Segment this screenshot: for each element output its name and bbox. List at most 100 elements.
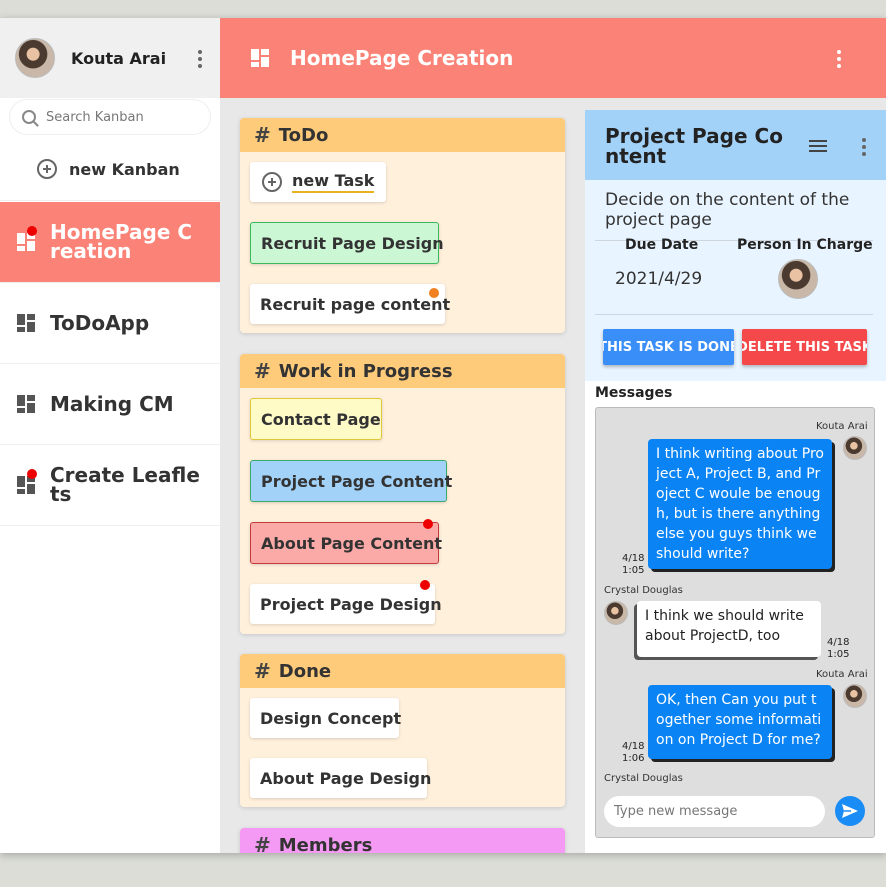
user-name: Kouta Arai: [71, 48, 167, 68]
page-title: HomePage Creation: [290, 46, 514, 70]
notification-dot: [420, 580, 430, 590]
column-title: Members: [278, 834, 373, 854]
avatar: [604, 601, 628, 625]
task-card-label: Design Concept: [260, 708, 402, 728]
dashboard-icon: [17, 226, 37, 251]
avatar: [843, 436, 867, 460]
header-kebab-icon[interactable]: [837, 50, 841, 68]
dashboard-icon: [251, 49, 269, 67]
dashboard-icon: [17, 395, 35, 413]
notification-dot: [423, 519, 433, 529]
messages-label: Messages: [595, 385, 673, 401]
due-date-label: Due Date: [625, 237, 699, 253]
hash-icon: #: [254, 659, 271, 683]
column-done: # Done Design Concept About Page Design: [240, 654, 565, 807]
task-card-label: Recruit Page Design: [261, 233, 444, 253]
task-description: Decide on the content of the project pag…: [605, 190, 850, 230]
message-date: 4/18: [827, 637, 850, 648]
search-input[interactable]: [46, 109, 206, 125]
sidebar-item-label: ToDoApp: [50, 310, 150, 335]
chat-message: OK, then Can you put together some infor…: [648, 685, 832, 759]
column-header: # Members: [240, 828, 565, 853]
message-sender: Kouta Arai: [816, 421, 868, 432]
notification-dot: [429, 288, 439, 298]
column-title: Work in Progress: [278, 360, 453, 382]
task-card-label: About Page Design: [260, 768, 432, 788]
detail-body: Decide on the content of the project pag…: [585, 180, 886, 381]
message-sender: Crystal Douglas: [604, 773, 683, 784]
search-icon: [22, 110, 36, 124]
avatar[interactable]: [778, 259, 818, 299]
search-box: [10, 100, 210, 134]
column-members: # Members: [240, 828, 565, 853]
task-card[interactable]: Design Concept: [250, 698, 402, 738]
message-time: 1:05: [827, 649, 850, 660]
task-card[interactable]: Project Page Content: [250, 460, 452, 502]
hash-icon: #: [254, 833, 271, 853]
new-kanban-button[interactable]: new Kanban: [0, 138, 220, 201]
delete-task-button[interactable]: DELETE THIS TASK: [742, 329, 867, 365]
menu-icon[interactable]: [809, 140, 827, 152]
chat-input-row: [596, 786, 874, 837]
plus-circle-icon: [262, 172, 282, 192]
message-time: 1:06: [622, 753, 645, 764]
message-date: 4/18: [622, 741, 645, 752]
detail-kebab-icon[interactable]: [862, 138, 866, 156]
column-work-in-progress: # Work in Progress Contact Page Project …: [240, 354, 565, 634]
sidebar-item-todoapp[interactable]: ToDoApp: [0, 283, 220, 364]
task-card[interactable]: Project Page Design: [250, 580, 442, 624]
header-bar: HomePage Creation: [220, 18, 886, 98]
chat-message: I think we should write about ProjectD, …: [637, 601, 821, 657]
avatar: [843, 684, 867, 708]
message-time: 1:05: [622, 565, 645, 576]
column-header: # ToDo: [240, 118, 565, 152]
sidebar-item-homepage-creation[interactable]: HomePage Creation: [0, 202, 220, 283]
task-card[interactable]: Contact Page: [250, 398, 382, 440]
notification-dot: [27, 469, 37, 479]
new-task-button[interactable]: new Task: [250, 162, 386, 202]
task-card-label: About Page Content: [261, 533, 443, 553]
message-input[interactable]: [604, 796, 825, 827]
task-card-label: Contact Page: [261, 409, 381, 429]
hash-icon: #: [254, 123, 271, 147]
new-kanban-label: new Kanban: [69, 159, 180, 179]
sidebar-item-label: Making CM: [50, 391, 174, 416]
message-sender: Kouta Arai: [816, 669, 868, 680]
user-profile: Kouta Arai: [0, 18, 220, 98]
sidebar: Kouta Arai new Kanban HomePage Creation …: [0, 18, 220, 853]
app-window: Kouta Arai new Kanban HomePage Creation …: [0, 18, 886, 853]
column-header: # Done: [240, 654, 565, 688]
chat-window[interactable]: Kouta Arai I think writing about Project…: [595, 407, 875, 838]
task-card[interactable]: About Page Content: [250, 519, 443, 564]
send-icon: [842, 804, 858, 818]
message-date: 4/18: [622, 553, 645, 564]
sidebar-item-create-leaflets[interactable]: Create Leaflets: [0, 445, 220, 526]
avatar[interactable]: [15, 38, 55, 78]
plus-circle-icon: [37, 159, 57, 179]
sidebar-item-label: Create Leaflets: [50, 463, 200, 506]
person-in-charge-label: Person In Charge: [737, 237, 873, 253]
column-todo: # ToDo new Task Recruit Page Design Recr…: [240, 118, 565, 333]
user-menu-kebab-icon[interactable]: [198, 50, 202, 68]
sidebar-item-making-cm[interactable]: Making CM: [0, 364, 220, 445]
due-date-value: 2021/4/29: [615, 269, 703, 289]
chat-message: I think writing about Project A, Project…: [648, 439, 832, 569]
notification-dot: [27, 226, 37, 236]
task-card-label: Recruit page content: [260, 294, 451, 314]
send-button[interactable]: [835, 796, 865, 826]
task-card[interactable]: About Page Design: [250, 758, 431, 798]
column-header: # Work in Progress: [240, 354, 565, 388]
task-card[interactable]: Recruit Page Design: [250, 222, 444, 264]
task-done-button[interactable]: THIS TASK IS DONE: [603, 329, 734, 365]
new-task-label: new Task: [292, 171, 375, 193]
column-title: Done: [278, 660, 332, 682]
detail-header: Project Page Content: [585, 110, 886, 180]
hash-icon: #: [254, 359, 271, 383]
task-card[interactable]: Recruit page content: [250, 284, 450, 324]
message-sender: Crystal Douglas: [604, 585, 683, 596]
task-card-label: Project Page Design: [260, 594, 442, 614]
sidebar-item-label: HomePage Creation: [50, 220, 193, 263]
divider: [595, 314, 873, 315]
task-detail-panel: Project Page Content Decide on the conte…: [585, 110, 886, 853]
detail-title: Project Page Content: [605, 124, 783, 168]
